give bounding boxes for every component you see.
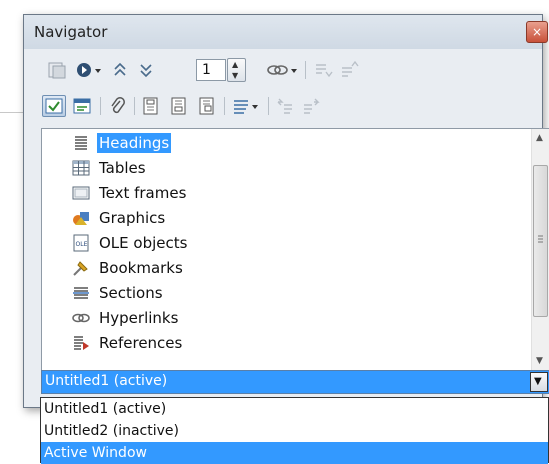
- dropdown-option-untitled2[interactable]: Untitled2 (inactive): [41, 420, 548, 442]
- list-item-label: Sections: [99, 284, 163, 302]
- list-item-graphics[interactable]: Graphics: [72, 206, 167, 230]
- next-button[interactable]: [136, 59, 156, 81]
- set-reminder-icon: [73, 98, 91, 114]
- heading-levels-button[interactable]: [230, 95, 262, 117]
- navigator-toolbar-top: 1 ▲ ▼: [40, 55, 532, 85]
- toolbar-separator: [224, 97, 225, 115]
- list-item-bookmarks[interactable]: Bookmarks: [72, 256, 185, 280]
- text-frames-icon: [72, 184, 90, 202]
- list-item-label: Graphics: [99, 209, 166, 227]
- svg-text:OLE: OLE: [76, 241, 88, 248]
- vertical-scrollbar[interactable]: ▲ ▼: [531, 129, 549, 370]
- toolbar-separator: [268, 97, 269, 115]
- page-number-input[interactable]: 1: [196, 59, 226, 81]
- chevron-down-icon: ▼: [534, 376, 542, 387]
- navigator-window: Navigator × 1 ▲ ▼ Headings Tables Text f…: [23, 14, 549, 408]
- document-dropdown-list: Untitled1 (active) Untitled2 (inactive) …: [40, 397, 549, 464]
- toolbar-separator: [134, 97, 135, 115]
- list-item-label: Bookmarks: [99, 259, 183, 277]
- references-icon: [72, 334, 90, 352]
- header-button[interactable]: [140, 95, 162, 117]
- dropdown-button[interactable]: ▼: [530, 372, 548, 392]
- promote-chapter-button[interactable]: [274, 95, 296, 117]
- page-number-spinner[interactable]: ▲ ▼: [227, 58, 246, 82]
- navigator-toolbar-bottom: [40, 91, 532, 121]
- double-chevron-down-icon: [140, 64, 152, 78]
- list-item-label: Tables: [99, 159, 146, 177]
- toolbar-separator: [100, 97, 101, 115]
- dropdown-option-active-window[interactable]: Active Window: [41, 442, 548, 464]
- tables-icon: [72, 159, 90, 177]
- drag-mode-button[interactable]: [264, 59, 300, 81]
- promote-level-button[interactable]: [312, 59, 334, 81]
- close-icon: ×: [531, 25, 543, 39]
- scroll-up-icon[interactable]: ▲: [536, 133, 543, 143]
- bookmarks-icon: [72, 259, 90, 277]
- demote-level-button[interactable]: [338, 59, 360, 81]
- previous-button[interactable]: [110, 59, 130, 81]
- headings-icon: [72, 134, 90, 152]
- grip-icon: [538, 235, 543, 243]
- document-select-value: Untitled1 (active): [45, 373, 168, 389]
- list-item-references[interactable]: References: [72, 331, 184, 355]
- toggle-master-view-button[interactable]: [46, 59, 68, 81]
- graphics-icon: [72, 209, 90, 227]
- insert-attachment-button[interactable]: [106, 95, 128, 117]
- drag-mode-icon: [267, 65, 297, 75]
- hyperlinks-icon: [72, 309, 90, 327]
- anchor-text-icon: [199, 97, 214, 115]
- anchor-button[interactable]: [196, 95, 218, 117]
- content-view-icon: [45, 98, 63, 114]
- title-bar[interactable]: Navigator ×: [24, 15, 548, 49]
- list-item-text-frames[interactable]: Text frames: [72, 181, 188, 205]
- list-item-sections[interactable]: Sections: [72, 281, 165, 305]
- scrollbar-thumb[interactable]: [533, 165, 548, 317]
- sections-icon: [72, 284, 90, 302]
- list-item-label: References: [99, 334, 183, 352]
- heading-levels-icon: [234, 100, 258, 114]
- list-item-tables[interactable]: Tables: [72, 156, 148, 180]
- content-tree[interactable]: Headings Tables Text frames Graphics OLE…: [41, 128, 549, 371]
- footer-button[interactable]: [168, 95, 190, 117]
- master-view-icon: [48, 62, 66, 79]
- navigation-button[interactable]: [74, 59, 104, 81]
- list-item-label: Hyperlinks: [99, 309, 179, 327]
- list-item-ole-objects[interactable]: OLE OLE objects: [72, 231, 189, 255]
- scroll-down-icon[interactable]: ▼: [536, 356, 543, 366]
- header-icon: [143, 97, 158, 115]
- spin-up-icon: ▲: [232, 60, 239, 69]
- ole-objects-icon: OLE: [72, 234, 90, 252]
- list-item-label: Text frames: [99, 184, 187, 202]
- document-select[interactable]: Untitled1 (active) ▼: [41, 370, 549, 394]
- footer-icon: [171, 97, 186, 115]
- window-title: Navigator: [34, 23, 108, 41]
- toolbar-separator: [305, 61, 306, 79]
- navigation-icon: [77, 63, 101, 77]
- list-item-label: OLE objects: [99, 234, 188, 252]
- set-reminder-button[interactable]: [70, 95, 94, 117]
- double-chevron-up-icon: [114, 62, 126, 76]
- list-item-label: Headings: [97, 133, 172, 153]
- demote-chapter-button[interactable]: [300, 95, 322, 117]
- dropdown-option-untitled1[interactable]: Untitled1 (active): [41, 398, 548, 420]
- close-button[interactable]: ×: [526, 21, 548, 43]
- content-view-button[interactable]: [42, 95, 66, 117]
- demote-chapter-icon: [304, 98, 320, 114]
- promote-level-icon: [316, 64, 333, 78]
- promote-chapter-icon: [277, 98, 292, 114]
- paperclip-icon: [111, 97, 125, 114]
- spin-down-icon: ▼: [232, 71, 239, 80]
- list-item-hyperlinks[interactable]: Hyperlinks: [72, 306, 180, 330]
- demote-level-icon: [342, 60, 359, 77]
- list-item-headings[interactable]: Headings: [72, 131, 172, 155]
